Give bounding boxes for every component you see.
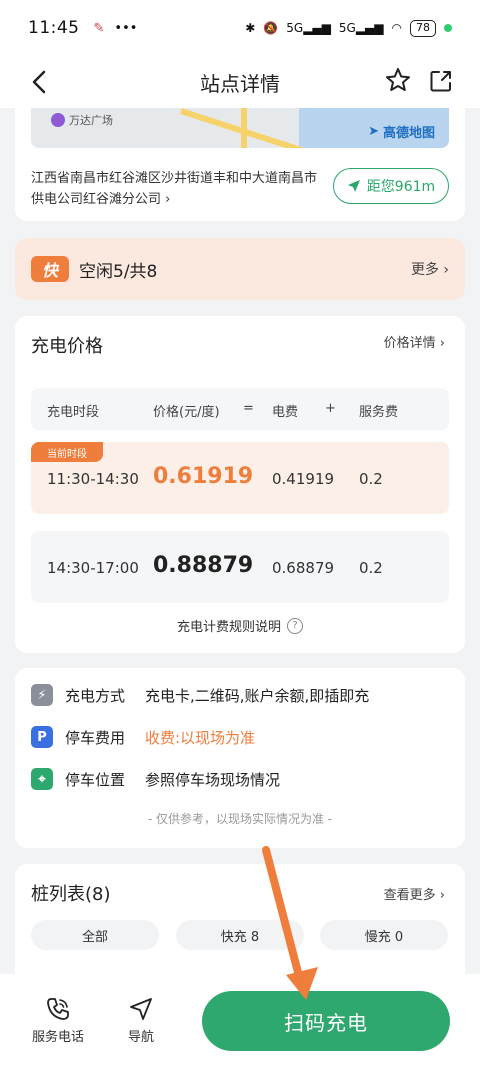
signal-5g-icon: 5G▂▄▆ <box>286 21 331 35</box>
price-card: 充电价格 价格详情 › 充电时段 价格(元/度) = 电费 + 服务费 当前时段… <box>15 316 465 653</box>
navigate-button[interactable]: 导航 <box>128 996 154 1045</box>
notification-icon: ✎ <box>93 20 105 36</box>
phone-icon <box>47 998 69 1020</box>
filter-all[interactable]: 全部 <box>31 920 159 950</box>
parking-p-icon: P <box>31 726 53 748</box>
amap-logo-icon: ➤ <box>368 124 379 139</box>
navigation-arrow-icon <box>347 180 360 192</box>
camera-dot-icon <box>444 24 452 32</box>
pile-list-more-link[interactable]: 查看更多 › <box>384 884 445 903</box>
price-row-current: 当前时段 11:30-14:30 0.61919 0.41919 0.2 <box>31 442 449 514</box>
page-title: 站点详情 <box>200 71 280 96</box>
station-address[interactable]: 江西省南昌市红谷滩区沙井街道丰和中大道南昌市供电公司红谷滩分公司 › <box>31 168 321 210</box>
price-table-header: 充电时段 价格(元/度) = 电费 + 服务费 <box>31 388 449 430</box>
header-electricity: 电费 <box>272 405 299 420</box>
more-dots-icon: ••• <box>114 20 138 36</box>
charge-method-row: ⚡ 充电方式 充电卡,二维码,账户余额,即插即充 <box>31 684 369 706</box>
pile-list-title: 桩列表(8) <box>31 884 111 905</box>
current-period-tag: 当前时段 <box>31 442 103 462</box>
price-electricity: 0.41919 <box>272 470 335 488</box>
station-info-card: ⚡ 充电方式 充电卡,二维码,账户余额,即插即充 P 停车费用 收费:以现场为准… <box>15 668 465 848</box>
price-period: 11:30-14:30 <box>47 470 139 488</box>
billing-rules-link[interactable]: 充电计费规则说明 ? <box>15 616 465 635</box>
status-time: 11:45 <box>28 18 80 38</box>
header-plus: + <box>325 401 336 416</box>
parking-location-value: 参照停车场现场情况 <box>145 770 281 789</box>
price-total: 0.88879 <box>153 553 254 578</box>
availability-text: 空闲5/共8 <box>79 261 158 282</box>
service-phone-label: 服务电话 <box>32 1030 85 1045</box>
price-period: 14:30-17:00 <box>47 559 139 577</box>
header-equals: = <box>243 401 254 416</box>
station-map[interactable]: 万达广场 ➤ 高德地图 <box>31 108 449 148</box>
price-service: 0.2 <box>359 559 383 577</box>
poi-marker-icon <box>51 113 65 127</box>
price-row: 14:30-17:00 0.88879 0.68879 0.2 <box>31 531 449 603</box>
location-pin-icon: ⌖ <box>31 768 53 790</box>
charge-method-label: 充电方式 <box>65 686 126 705</box>
distance-button[interactable]: 距您961m <box>333 168 449 204</box>
header-period: 充电时段 <box>47 405 100 420</box>
availability-bar[interactable]: 快 空闲5/共8 更多 › <box>15 238 465 300</box>
question-mark-icon: ? <box>287 617 303 634</box>
price-total: 0.61919 <box>153 464 254 489</box>
filter-slow[interactable]: 慢充 0 <box>320 920 448 950</box>
info-footnote: - 仅供参考，以现场实际情况为准 - <box>147 812 333 826</box>
header-service: 服务费 <box>359 405 399 420</box>
map-poi-label: 万达广场 <box>69 114 113 127</box>
share-icon[interactable] <box>428 68 454 94</box>
map-brand: 高德地图 <box>382 126 435 141</box>
parking-location-row: ⌖ 停车位置 参照停车场现场情况 <box>31 768 280 790</box>
navigate-label: 导航 <box>128 1030 155 1045</box>
service-phone-button[interactable]: 服务电话 <box>32 996 84 1045</box>
back-arrow-icon[interactable] <box>24 66 56 98</box>
parking-location-label: 停车位置 <box>65 770 126 789</box>
mute-icon: 🔕 <box>263 21 279 35</box>
price-section-title: 充电价格 <box>31 336 103 357</box>
favorite-star-icon[interactable] <box>384 66 412 94</box>
lightning-icon: ⚡ <box>31 684 53 706</box>
billing-rules-label: 充电计费规则说明 <box>176 620 281 635</box>
station-location-card: 万达广场 ➤ 高德地图 江西省南昌市红谷滩区沙井街道丰和中大道南昌市供电公司红谷… <box>15 100 465 221</box>
battery-indicator: 78 <box>410 19 436 37</box>
parking-fee-row: P 停车费用 收费:以现场为准 <box>31 726 255 748</box>
price-service: 0.2 <box>359 470 383 488</box>
availability-more-link[interactable]: 更多 › <box>411 259 449 279</box>
charge-method-value: 充电卡,二维码,账户余额,即插即充 <box>145 686 370 705</box>
price-electricity: 0.68879 <box>272 559 335 577</box>
bluetooth-icon: ✱ <box>245 21 256 35</box>
pile-list-card: 桩列表(8) 查看更多 › 全部 快充 8 慢充 0 <box>15 864 465 984</box>
parking-fee-value: 收费:以现场为准 <box>145 728 256 747</box>
parking-fee-label: 停车费用 <box>65 728 126 747</box>
signal-5g-icon-2: 5G▂▄▆ <box>338 21 384 35</box>
distance-label: 距您961m <box>366 179 436 195</box>
fast-charge-badge: 快 <box>31 256 69 282</box>
header-price: 价格(元/度) <box>153 405 220 420</box>
price-detail-link[interactable]: 价格详情 › <box>384 332 445 351</box>
filter-fast[interactable]: 快充 8 <box>176 920 304 950</box>
status-bar: 11:45 ✎ ••• ✱ 🔕 5G▂▄▆ 5G▂▄▆ ◠ 78 <box>0 0 480 56</box>
wifi-icon: ◠ <box>391 21 402 35</box>
navigate-arrow-icon <box>130 998 152 1020</box>
bottom-action-bar: 服务电话 导航 扫码充电 <box>0 974 480 1066</box>
scan-charge-button[interactable]: 扫码充电 <box>202 991 450 1051</box>
